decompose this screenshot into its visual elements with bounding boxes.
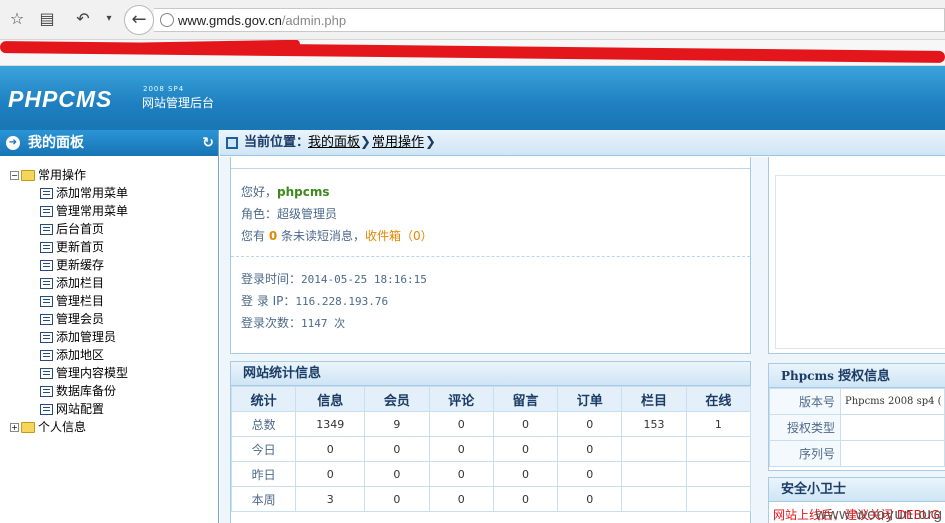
address-bar[interactable]: www.gmds.gov.cn/admin.php (154, 8, 945, 32)
chevron-right-icon: ❯ (425, 135, 436, 150)
sidebar-item-add-admin[interactable]: 添加管理员 (10, 328, 128, 346)
breadcrumb-link-common[interactable]: 常用操作 (372, 130, 424, 156)
sidebar-item-db-backup[interactable]: 数据库备份 (10, 382, 128, 400)
table-header-row: 统计 信息 会员 评论 留言 订单 栏目 在线 (230, 386, 752, 412)
column-header: 留言 (492, 386, 559, 412)
breadcrumb-label: 当前位置： (244, 135, 310, 150)
menu-tree: − 常用操作 添加常用菜单 管理常用菜单 后台首页 更新首页 更新缓存 添加栏目 … (10, 166, 128, 436)
folder-icon (21, 422, 35, 433)
collapse-icon[interactable]: − (10, 171, 19, 180)
site-stats-box: 网站统计信息 统计 信息 会员 评论 留言 订单 栏目 在线 总数 1349 9 0 0… (230, 361, 752, 523)
column-header: 评论 (428, 386, 494, 412)
browser-toolbar: ☆ ▤ ↶ ▾ ← www.gmds.gov.cn/admin.php (0, 0, 945, 40)
message-line: 您有 0 条未读短消息，收件箱（0） (241, 229, 433, 243)
breadcrumb-link-panel[interactable]: 我的面板 (308, 130, 360, 156)
page-icon (40, 350, 53, 361)
column-header: 在线 (685, 386, 752, 412)
page-icon (40, 260, 53, 271)
watermark: www.wooyun.org (815, 506, 943, 523)
main-content: 您好，phpcms 角色：超级管理员 您有 0 条未读短消息，收件箱（0） 登录… (220, 157, 945, 523)
sidebar-item-add-category[interactable]: 添加栏目 (10, 274, 128, 292)
undo-icon[interactable]: ↶ (72, 8, 94, 30)
page-icon (40, 404, 53, 415)
refresh-icon[interactable]: ↻ (202, 130, 214, 156)
page-icon (40, 314, 53, 325)
table-row: 授权类型 (769, 414, 945, 441)
breadcrumb: 当前位置： 我的面板 ❯ 常用操作 ❯ (220, 130, 945, 156)
system-info-box (768, 157, 945, 354)
page-icon (40, 206, 53, 217)
sidebar-item-update-home[interactable]: 更新首页 (10, 238, 128, 256)
folder-open-icon (21, 170, 35, 181)
column-header: 统计 (230, 386, 297, 412)
page-icon (40, 368, 53, 379)
back-button[interactable]: ← (124, 5, 154, 35)
tree-group-personal[interactable]: + 个人信息 (10, 418, 128, 436)
sidebar-item-content-model[interactable]: 管理内容模型 (10, 364, 128, 382)
sidebar-item-add-menu[interactable]: 添加常用菜单 (10, 184, 128, 202)
table-row: 总数 1349 9 0 0 0 153 1 (230, 411, 752, 437)
chevron-down-icon[interactable]: ▾ (98, 8, 120, 30)
role-line: 角色：超级管理员 (241, 207, 338, 221)
sidebar-item-manage-menu[interactable]: 管理常用菜单 (10, 202, 128, 220)
globe-icon (160, 13, 174, 27)
inbox-link[interactable]: 收件箱 (365, 229, 401, 243)
license-table: 版本号 Phpcms 2008 sp4 ( 授权类型 序列号 (769, 388, 945, 467)
login-count: 登录次数：1147 次 (241, 316, 346, 330)
stats-table: 统计 信息 会员 评论 留言 订单 栏目 在线 总数 1349 9 0 0 0 153 1 今… (230, 386, 752, 512)
square-icon (226, 137, 238, 149)
page-icon (40, 278, 53, 289)
personal-info-box: 您好，phpcms 角色：超级管理员 您有 0 条未读短消息，收件箱（0） 登录… (230, 157, 751, 354)
table-row: 今日 0 0 0 0 0 (230, 436, 752, 462)
sidebar-title: 我的面板 (28, 135, 84, 151)
sidebar-item-update-cache[interactable]: 更新缓存 (10, 256, 128, 274)
sidebar-item-manage-members[interactable]: 管理会员 (10, 310, 128, 328)
page-icon (40, 224, 53, 235)
stats-title: 网站统计信息 (231, 362, 750, 386)
divider (231, 256, 750, 257)
tree-group-common[interactable]: − 常用操作 (10, 166, 128, 184)
version-label: 2008 SP4 (143, 85, 185, 93)
divider (231, 168, 750, 169)
arrow-right-icon: ➜ (6, 136, 20, 150)
table-row: 序列号 (769, 440, 945, 467)
page-icon (40, 242, 53, 253)
guard-title: 安全小卫士 (769, 478, 945, 502)
username: phpcms (277, 185, 330, 199)
star-icon[interactable]: ☆ (6, 8, 28, 30)
table-row: 昨日 0 0 0 0 0 (230, 461, 752, 487)
chevron-right-icon: ❯ (360, 135, 371, 150)
sidebar-item-manage-category[interactable]: 管理栏目 (10, 292, 128, 310)
page-icon (40, 386, 53, 397)
column-header: 信息 (295, 386, 366, 412)
bookmarks-bar (0, 40, 945, 66)
login-ip: 登 录 IP：116.228.193.76 (241, 294, 389, 308)
page-icon (40, 188, 53, 199)
column-header: 栏目 (621, 386, 687, 412)
sidebar-header: ➜ 我的面板 ↻ (0, 130, 218, 156)
license-box: Phpcms 授权信息 版本号 Phpcms 2008 sp4 ( 授权类型 序列… (768, 363, 945, 471)
sidebar-item-site-config[interactable]: 网站配置 (10, 400, 128, 418)
page-icon (40, 296, 53, 307)
license-title: Phpcms 授权信息 (769, 364, 945, 388)
sidebar-item-admin-home[interactable]: 后台首页 (10, 220, 128, 238)
column-header: 订单 (557, 386, 623, 412)
header-subtitle: 网站管理后台 (142, 96, 215, 110)
system-info-area (775, 175, 945, 349)
page-icon (40, 332, 53, 343)
expand-icon[interactable]: + (10, 423, 19, 432)
sidebar-item-add-region[interactable]: 添加地区 (10, 346, 128, 364)
sidebar: ➜ 我的面板 ↻ − 常用操作 添加常用菜单 管理常用菜单 后台首页 更新首页 更… (0, 130, 219, 523)
greeting: 您好，phpcms (241, 185, 330, 199)
reader-icon[interactable]: ▤ (36, 8, 58, 30)
logo: PHPCMS (8, 86, 113, 112)
column-header: 会员 (364, 386, 430, 412)
table-row: 本周 3 0 0 0 0 (230, 486, 752, 512)
app-header: PHPCMS 2008 SP4 网站管理后台 (0, 66, 945, 130)
login-time: 登录时间：2014-05-25 18:16:15 (241, 272, 427, 286)
url-text: www.gmds.gov.cn/admin.php (178, 13, 347, 28)
table-row: 版本号 Phpcms 2008 sp4 ( (769, 388, 945, 415)
